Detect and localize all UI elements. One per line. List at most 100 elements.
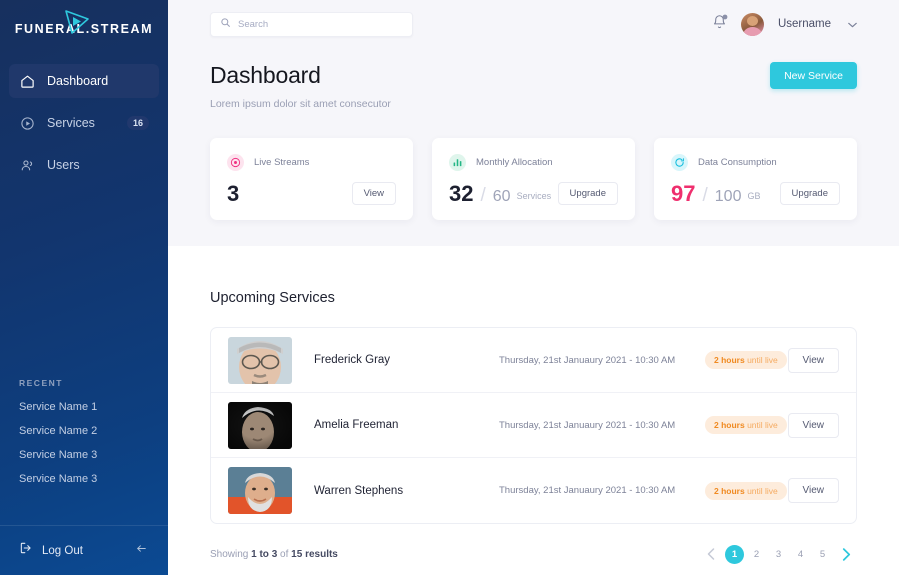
recent-section: RECENT Service Name 1 Service Name 2 Ser… [0, 378, 168, 497]
view-button[interactable]: View [787, 412, 839, 438]
table-footer: Showing 1 to 3 of 15 results 1 2 3 4 5 [210, 543, 857, 565]
services-count-badge: 16 [126, 116, 149, 130]
results-summary: Showing 1 to 3 of 15 results [210, 549, 338, 560]
table-row[interactable]: Amelia Freeman Thursday, 21st Januaury 2… [211, 393, 856, 458]
logo[interactable]: FUNERAL.STREAM [0, 0, 168, 58]
sidebar-item-dashboard[interactable]: Dashboard [9, 64, 159, 98]
card-value: 97 [671, 181, 696, 206]
table-row[interactable]: Frederick Gray Thursday, 21st Januaury 2… [211, 328, 856, 393]
pagination-page-5[interactable]: 5 [813, 545, 832, 564]
sidebar: FUNERAL.STREAM Dashboard Services 16 Use… [0, 0, 168, 575]
refresh-icon [671, 154, 688, 171]
recent-item[interactable]: Service Name 1 [19, 401, 149, 413]
recent-heading: RECENT [19, 378, 63, 388]
arrow-left-icon[interactable] [134, 542, 149, 560]
pagination-page-1[interactable]: 1 [725, 544, 744, 564]
status-badge: 2 hours until live [705, 416, 787, 434]
sidebar-nav: Dashboard Services 16 Users [0, 64, 168, 182]
card-body: 32 / 60 Services Upgrade [449, 182, 618, 205]
sidebar-footer: Log Out [0, 525, 168, 575]
section-title: Upcoming Services [210, 290, 335, 306]
view-button[interactable]: View [787, 478, 839, 503]
logout-button[interactable]: Log Out [19, 541, 83, 560]
badge-time: 2 hours [714, 355, 745, 365]
username-label[interactable]: Username [778, 18, 831, 30]
live-record-icon [227, 154, 244, 171]
pagination-page-4[interactable]: 4 [791, 545, 810, 564]
badge-time: 2 hours [714, 485, 745, 496]
pagination: 1 2 3 4 5 [700, 543, 857, 565]
showing-prefix: Showing [210, 548, 252, 560]
showing-range: 1 to 3 [251, 548, 278, 560]
chevron-left-icon[interactable] [700, 543, 722, 565]
card-action-button[interactable]: Upgrade [557, 182, 618, 205]
topbar: Username [210, 0, 857, 48]
showing-total: 15 results [291, 548, 338, 560]
recent-item[interactable]: Service Name 3 [19, 449, 149, 461]
stat-card-data-consumption: Data Consumption 97 / 100 GB Upgrade [654, 138, 857, 220]
service-thumbnail [228, 401, 292, 449]
topbar-actions: Username [712, 12, 857, 36]
service-name: Warren Stephens [314, 484, 404, 497]
service-thumbnail [228, 467, 292, 514]
card-header: Live Streams [227, 154, 396, 171]
service-name: Amelia Freeman [314, 419, 399, 431]
card-total: 60 [492, 188, 511, 205]
notification-dot-icon [722, 14, 728, 19]
badge-time: 2 hours [714, 420, 745, 430]
service-thumbnail [228, 336, 292, 384]
view-button[interactable]: View [787, 347, 839, 373]
page-header: Dashboard Lorem ipsum dolor sit amet con… [210, 62, 857, 110]
pagination-page-2[interactable]: 2 [747, 545, 766, 564]
new-service-button[interactable]: New Service [770, 62, 857, 89]
card-value: 3 [227, 181, 240, 206]
service-date: Thursday, 21st Januaury 2021 - 10:30 AM [499, 354, 676, 366]
main-content: Username Dashboard Lorem ipsum dolor sit… [168, 0, 899, 575]
stat-card-monthly-allocation: Monthly Allocation 32 / 60 Services Upgr… [432, 138, 635, 220]
card-title: Monthly Allocation [476, 157, 553, 168]
showing-mid: of [277, 548, 292, 560]
sidebar-item-services[interactable]: Services 16 [9, 106, 159, 140]
table-row[interactable]: Warren Stephens Thursday, 21st Januaury … [211, 458, 856, 523]
card-total: 100 [714, 188, 742, 205]
bar-chart-icon [449, 154, 466, 171]
avatar[interactable] [740, 12, 764, 36]
sidebar-item-label: Dashboard [47, 74, 109, 88]
service-name: Frederick Gray [314, 354, 391, 366]
chevron-down-icon[interactable] [848, 15, 857, 33]
logout-label: Log Out [42, 544, 83, 557]
upcoming-services-table: Frederick Gray Thursday, 21st Januaury 2… [210, 327, 857, 524]
play-triangle-icon [65, 10, 89, 34]
card-unit: GB [747, 190, 761, 201]
users-icon [19, 157, 36, 174]
card-action-button[interactable]: View [351, 182, 396, 205]
play-circle-icon [19, 115, 36, 132]
app-root: FUNERAL.STREAM Dashboard Services 16 Use… [0, 0, 899, 575]
search-input[interactable] [238, 18, 388, 30]
stat-cards: Live Streams 3 View Monthly Allocation 3… [210, 138, 857, 220]
sidebar-item-users[interactable]: Users [9, 148, 159, 182]
upcoming-services-section: Upcoming Services Frederick Gray Thursda… [168, 290, 899, 565]
card-action-button[interactable]: Upgrade [779, 182, 840, 205]
bell-icon[interactable] [712, 14, 728, 35]
recent-item[interactable]: Service Name 3 [19, 473, 149, 485]
home-icon [19, 73, 36, 90]
card-body: 3 View [227, 182, 396, 205]
search-box[interactable] [210, 11, 413, 37]
card-title: Data Consumption [698, 157, 777, 168]
card-header: Data Consumption [671, 154, 840, 171]
service-date: Thursday, 21st Januaury 2021 - 10:30 AM [499, 419, 676, 431]
recent-item[interactable]: Service Name 2 [19, 425, 149, 437]
status-badge: 2 hours until live [705, 481, 787, 500]
sidebar-item-label: Services [47, 116, 95, 130]
card-separator: / [480, 185, 486, 206]
card-unit: Services [516, 190, 552, 201]
dashboard-top-panel: Username Dashboard Lorem ipsum dolor sit… [168, 0, 899, 246]
page-subtitle: Lorem ipsum dolor sit amet consecutor [210, 98, 391, 110]
card-header: Monthly Allocation [449, 154, 618, 171]
card-separator: / [702, 185, 708, 206]
chevron-right-icon[interactable] [835, 543, 857, 565]
card-value: 32 [449, 181, 474, 206]
pagination-page-3[interactable]: 3 [769, 545, 788, 564]
sidebar-item-label: Users [47, 158, 80, 172]
